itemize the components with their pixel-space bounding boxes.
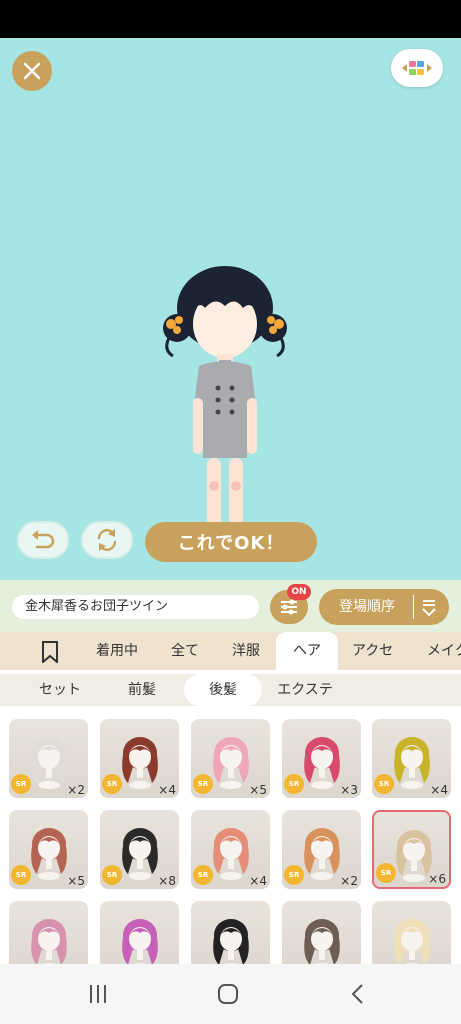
hair-item[interactable]: SR ×4 [372, 719, 451, 798]
item-grid: SR ×2 SR ×4 SR ×5 SR ×3 SR ×4 SR ×5 SR ×8 SR ×4 SR ×2 SR ×6 [0, 710, 461, 964]
hair-item[interactable]: SR ×2 [282, 810, 361, 889]
color-palette-icon [402, 61, 432, 75]
system-nav-bar [0, 964, 461, 1024]
hair-preview [31, 737, 67, 789]
hair-item[interactable]: SR ×3 [282, 719, 361, 798]
hair-preview [213, 828, 249, 880]
hair-preview [213, 919, 249, 964]
rarity-badge: SR [284, 774, 304, 794]
tab-bookmark[interactable] [40, 632, 60, 670]
rarity-badge: SR [11, 774, 31, 794]
rarity-badge: SR [11, 865, 31, 885]
rotate-button[interactable] [81, 521, 133, 559]
hair-preview [304, 737, 340, 789]
tab-accessory[interactable]: アクセ [352, 632, 393, 670]
rarity-badge: SR [284, 865, 304, 885]
avatar-figure [163, 266, 287, 528]
item-count: ×2 [340, 874, 358, 888]
item-count: ×6 [428, 872, 446, 886]
tab-wearing[interactable]: 着用中 [96, 632, 138, 670]
hair-item[interactable]: SR ×4 [191, 810, 270, 889]
item-name: 金木犀香るお団子ツイン [12, 595, 259, 619]
item-count: ×5 [67, 874, 85, 888]
subtab-set[interactable]: セット [26, 674, 94, 706]
hair-preview [122, 919, 158, 964]
sort-divider [413, 595, 414, 619]
subtab-front-hair[interactable]: 前髪 [108, 674, 176, 706]
hair-preview [31, 828, 67, 880]
hair-item[interactable]: SR ×2 [9, 719, 88, 798]
item-count: ×4 [430, 783, 448, 797]
hair-preview [304, 828, 340, 880]
tab-hair[interactable]: ヘア [276, 632, 338, 670]
item-count: ×4 [158, 783, 176, 797]
hair-preview [304, 919, 340, 964]
undo-icon [32, 530, 55, 549]
close-icon [23, 62, 41, 80]
close-button[interactable] [12, 51, 52, 91]
hair-item[interactable]: SR ×5 [9, 810, 88, 889]
category-tabs: 着用中 全て 洋服 ヘア アクセ メイク [0, 632, 461, 670]
tab-all[interactable]: 全て [171, 632, 199, 670]
sort-button[interactable]: 登場順序 [319, 589, 449, 625]
item-count: ×5 [249, 783, 267, 797]
home-icon [218, 984, 238, 1004]
hair-item[interactable] [191, 901, 270, 964]
hair-preview [394, 737, 430, 789]
tab-makeup[interactable]: メイク [427, 632, 461, 670]
rotate-icon [97, 529, 117, 551]
item-count: ×4 [249, 874, 267, 888]
undo-button[interactable] [17, 521, 69, 559]
rarity-badge: SR [376, 863, 396, 883]
item-count: ×3 [340, 783, 358, 797]
hair-preview [122, 737, 158, 789]
hair-item[interactable]: SR ×4 [100, 719, 179, 798]
item-count: ×8 [158, 874, 176, 888]
recent-apps-button[interactable] [86, 982, 110, 1006]
rarity-badge: SR [193, 865, 213, 885]
hair-preview [31, 919, 67, 964]
hair-item[interactable]: SR ×5 [191, 719, 270, 798]
hair-item[interactable]: SR ×6 [372, 810, 451, 889]
home-button[interactable] [216, 982, 240, 1006]
sub-tabs: セット 前髪 後髪 エクステ [0, 670, 461, 710]
hair-item[interactable] [100, 901, 179, 964]
rarity-badge: SR [102, 865, 122, 885]
subtab-back-hair[interactable]: 後髪 [184, 674, 262, 706]
confirm-button[interactable]: これでOK！ [145, 522, 317, 562]
hair-item[interactable]: SR ×8 [100, 810, 179, 889]
avatar-stage: これでOK！ [0, 38, 461, 580]
item-count: ×2 [67, 783, 85, 797]
rarity-badge: SR [102, 774, 122, 794]
sort-order-icon [422, 600, 436, 617]
hair-item[interactable] [372, 901, 451, 964]
hair-preview [394, 919, 430, 964]
status-bar [0, 0, 461, 38]
hair-item[interactable] [9, 901, 88, 964]
hair-preview [213, 737, 249, 789]
filter-on-badge: ON [287, 584, 311, 600]
bookmark-icon [42, 641, 58, 665]
hair-item[interactable] [282, 901, 361, 964]
sort-label: 登場順序 [339, 599, 395, 615]
info-bar: 金木犀香るお団子ツイン ON 登場順序 [0, 580, 461, 632]
subtab-extension[interactable]: エクステ [268, 674, 342, 706]
palette-button[interactable] [391, 49, 443, 87]
recent-apps-icon [90, 985, 106, 1003]
back-icon [351, 984, 363, 1004]
hair-preview [122, 828, 158, 880]
tab-clothes[interactable]: 洋服 [232, 632, 260, 670]
rarity-badge: SR [374, 774, 394, 794]
back-button[interactable] [346, 982, 370, 1006]
sliders-icon [281, 599, 297, 615]
rarity-badge: SR [193, 774, 213, 794]
